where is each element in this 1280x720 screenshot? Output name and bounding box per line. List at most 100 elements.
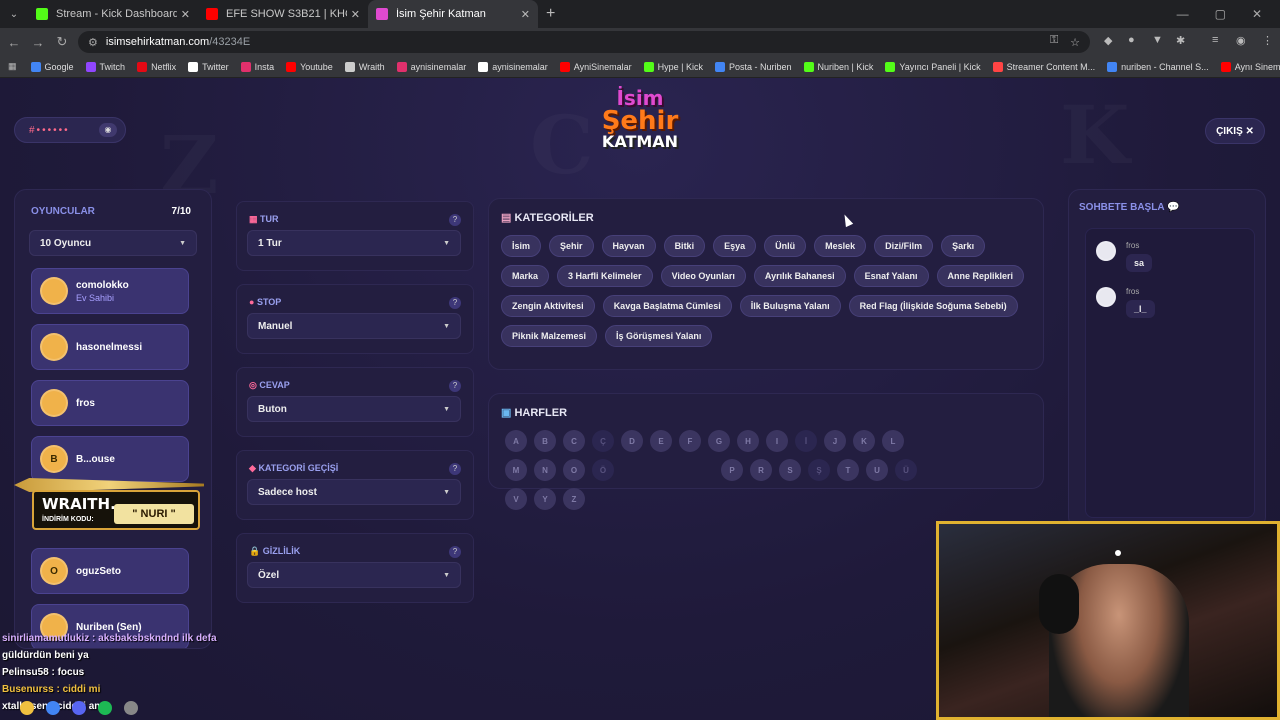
letter-button[interactable]: J bbox=[824, 430, 846, 452]
category-chip[interactable]: Şehir bbox=[549, 235, 594, 257]
letter-button[interactable]: T bbox=[837, 459, 859, 481]
bookmark-item[interactable]: Yayıncı Paneli | Kick bbox=[885, 61, 981, 72]
bookmark-star-icon[interactable]: ☆ bbox=[1070, 36, 1080, 49]
letter-button[interactable]: N bbox=[534, 459, 556, 481]
setting-select[interactable]: Manuel ▼ bbox=[247, 313, 461, 339]
bookmark-item[interactable]: Insta bbox=[240, 61, 274, 72]
letter-button[interactable]: İ bbox=[795, 430, 817, 452]
letter-button[interactable]: P bbox=[721, 459, 743, 481]
category-chip[interactable]: Ünlü bbox=[764, 235, 807, 257]
help-icon[interactable]: ? bbox=[449, 214, 461, 226]
letter-button[interactable]: S bbox=[779, 459, 801, 481]
close-icon[interactable]: ✕ bbox=[351, 8, 360, 21]
bookmark-item[interactable]: Streamer Content M... bbox=[992, 61, 1095, 72]
bookmark-item[interactable]: Twitch bbox=[85, 61, 125, 72]
bookmark-item[interactable]: Netflix bbox=[137, 61, 176, 72]
letter-button[interactable]: L bbox=[882, 430, 904, 452]
letter-button[interactable]: Ö bbox=[592, 459, 614, 481]
bookmark-item[interactable]: Nuriben | Kick bbox=[803, 61, 873, 72]
close-icon[interactable]: ✕ bbox=[181, 8, 190, 21]
max-players-select[interactable]: 10 Oyuncu ▼ bbox=[29, 230, 197, 256]
category-chip[interactable]: Ayrılık Bahanesi bbox=[753, 265, 846, 287]
letter-button[interactable]: Ü bbox=[895, 459, 917, 481]
tab-isim-sehir-katman[interactable]: İsim Şehir Katman ✕ bbox=[368, 0, 538, 28]
setting-select[interactable]: Buton ▼ bbox=[247, 396, 461, 422]
setting-select[interactable]: 1 Tur ▼ bbox=[247, 230, 461, 256]
letter-button[interactable]: D bbox=[621, 430, 643, 452]
tab-efe-show[interactable]: EFE SHOW S3B21 | KHONTKAR ✕ bbox=[198, 0, 368, 28]
extension-icon[interactable]: ▼ bbox=[1152, 34, 1163, 46]
letter-button[interactable]: Y bbox=[534, 488, 556, 510]
category-chip[interactable]: Anne Replikleri bbox=[936, 265, 1025, 287]
category-chip[interactable]: 3 Harfli Kelimeler bbox=[557, 265, 653, 287]
category-chip[interactable]: Zengin Aktivitesi bbox=[501, 295, 595, 317]
letter-button[interactable]: Ş bbox=[808, 459, 830, 481]
letter-button[interactable]: Z bbox=[563, 488, 585, 510]
obs-icon[interactable] bbox=[124, 701, 138, 715]
setting-select[interactable]: Özel ▼ bbox=[247, 562, 461, 588]
extension-icon[interactable]: ◆ bbox=[1104, 34, 1112, 47]
close-window-icon[interactable]: ✕ bbox=[1252, 7, 1262, 21]
reload-icon[interactable]: ↻ bbox=[50, 34, 74, 50]
eye-icon[interactable]: ◉ bbox=[99, 123, 117, 137]
category-chip[interactable]: Kavga Başlatma Cümlesi bbox=[602, 295, 732, 317]
letter-button[interactable]: I bbox=[766, 430, 788, 452]
letter-button[interactable]: K bbox=[853, 430, 875, 452]
letter-button[interactable]: C bbox=[563, 430, 585, 452]
profile-icon[interactable]: ◉ bbox=[1236, 34, 1246, 47]
discord-icon[interactable] bbox=[72, 701, 86, 715]
player-card[interactable]: OoguzSeto bbox=[31, 548, 189, 594]
apps-grid-icon[interactable]: ▦ bbox=[8, 61, 17, 72]
menu-icon[interactable]: ⋮ bbox=[1262, 34, 1273, 47]
player-card[interactable]: hasonelmessi bbox=[31, 324, 189, 370]
help-icon[interactable]: ? bbox=[449, 463, 461, 475]
letter-button[interactable]: E bbox=[650, 430, 672, 452]
password-key-icon[interactable]: ⚿ bbox=[1050, 34, 1058, 47]
minimize-icon[interactable]: — bbox=[1177, 7, 1189, 21]
category-chip[interactable]: Eşya bbox=[713, 235, 757, 257]
bookmark-item[interactable]: aynisinemalar bbox=[396, 61, 466, 72]
category-chip[interactable]: Hayvan bbox=[601, 235, 656, 257]
bookmark-item[interactable]: Youtube bbox=[286, 61, 333, 72]
chrome-icon[interactable] bbox=[46, 701, 60, 715]
bookmark-item[interactable]: Posta - Nuriben bbox=[714, 61, 792, 72]
letter-button[interactable]: A bbox=[505, 430, 527, 452]
tab-kick-dashboard[interactable]: Stream - Kick Dashboard ✕ bbox=[28, 0, 198, 28]
category-chip[interactable]: Red Flag (İlişkide Soğuma Sebebi) bbox=[848, 295, 1018, 317]
extension-icon[interactable]: ● bbox=[1128, 34, 1135, 46]
letter-button[interactable]: V bbox=[505, 488, 527, 510]
letter-button[interactable]: Ç bbox=[592, 430, 614, 452]
category-chip[interactable]: Piknik Malzemesi bbox=[501, 325, 598, 347]
letter-button[interactable]: U bbox=[866, 459, 888, 481]
bookmark-item[interactable]: Wraith bbox=[344, 61, 385, 72]
letter-button[interactable]: O bbox=[563, 459, 585, 481]
folder-icon[interactable] bbox=[20, 701, 34, 715]
forward-icon[interactable]: → bbox=[26, 35, 50, 50]
category-chip[interactable]: İsim bbox=[501, 235, 542, 257]
bookmark-item[interactable]: Google bbox=[30, 61, 74, 72]
letter-button[interactable]: G bbox=[708, 430, 730, 452]
category-chip[interactable]: Marka bbox=[501, 265, 550, 287]
bookmark-item[interactable]: AyniSinemalar bbox=[559, 61, 632, 72]
room-code-badge[interactable]: #•••••• ◉ bbox=[14, 117, 126, 143]
category-chip[interactable]: İlk Buluşma Yalanı bbox=[739, 295, 841, 317]
letter-button[interactable]: F bbox=[679, 430, 701, 452]
help-icon[interactable]: ? bbox=[449, 380, 461, 392]
category-chip[interactable]: Şarkı bbox=[941, 235, 986, 257]
letter-button[interactable]: R bbox=[750, 459, 772, 481]
close-icon[interactable]: ✕ bbox=[521, 8, 530, 21]
site-info-icon[interactable]: ⚙ bbox=[88, 36, 98, 49]
bookmark-item[interactable]: Hype | Kick bbox=[643, 61, 703, 72]
bookmark-item[interactable]: nuriben - Channel S... bbox=[1107, 61, 1209, 72]
extensions-puzzle-icon[interactable]: ✱ bbox=[1176, 34, 1185, 47]
new-tab-button[interactable]: + bbox=[546, 5, 555, 23]
category-chip[interactable]: İş Görüşmesi Yalanı bbox=[605, 325, 713, 347]
tab-search-icon[interactable]: ⌄ bbox=[0, 0, 28, 28]
maximize-icon[interactable]: ▢ bbox=[1215, 7, 1226, 21]
category-chip[interactable]: Dizi/Film bbox=[874, 235, 934, 257]
url-field[interactable]: ⚙ isimsehirkatman.com/43234E ☆ bbox=[78, 31, 1090, 53]
bookmark-item[interactable]: Aynı Sinemalar - Ça... bbox=[1220, 61, 1280, 72]
letter-button[interactable]: H bbox=[737, 430, 759, 452]
category-chip[interactable]: Esnaf Yalanı bbox=[853, 265, 929, 287]
letter-button[interactable]: B bbox=[534, 430, 556, 452]
